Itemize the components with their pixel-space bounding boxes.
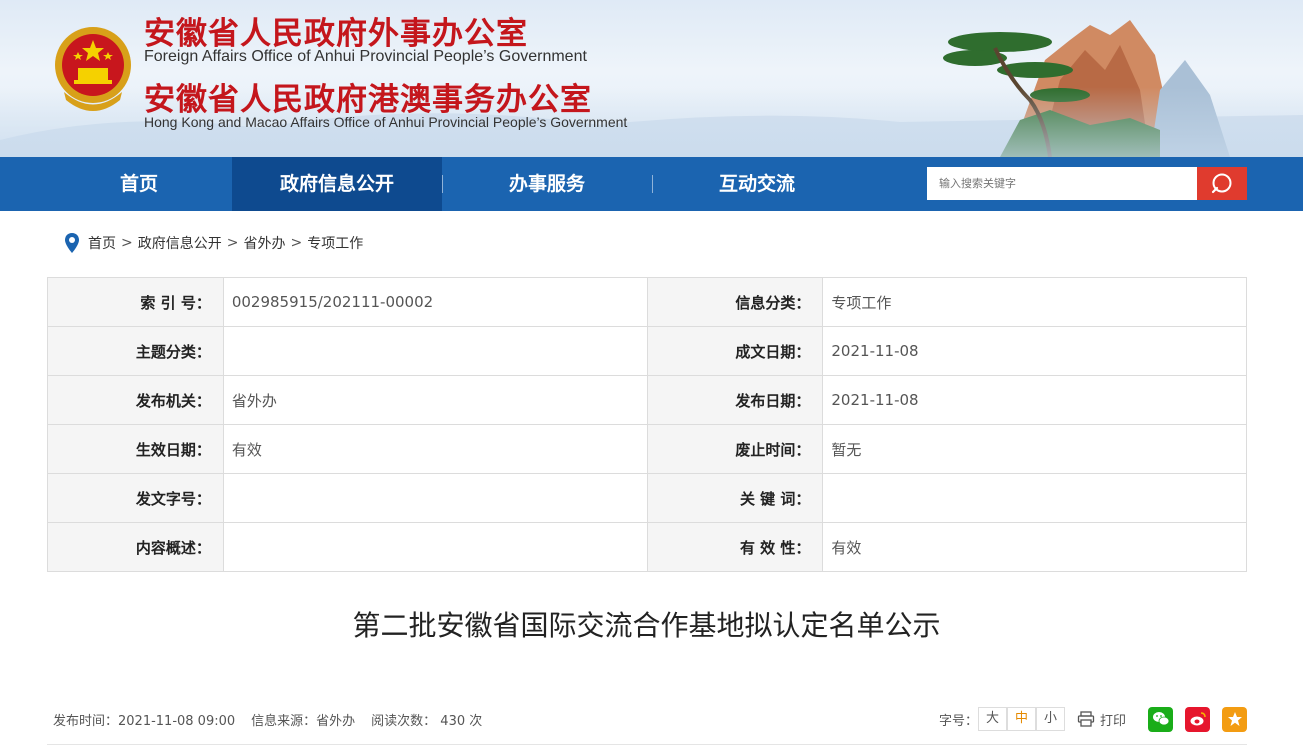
meta-value: 有效 [822, 522, 1247, 572]
breadcrumb-separator: > [121, 235, 133, 251]
nav-item-home[interactable]: 首页 [34, 157, 244, 211]
table-row: 索 引 号： 002985915/202111-00002 信息分类： 专项工作 [47, 277, 1247, 327]
search-button[interactable] [1197, 167, 1247, 200]
info-source: 信息来源：省外办 [251, 714, 356, 729]
favorite-button[interactable] [1222, 706, 1247, 732]
article-title: 第二批安徽省国际交流合作基地拟认定名单公示 [352, 609, 941, 642]
font-size-large-button[interactable]: 大 [977, 707, 1007, 731]
location-pin-icon [65, 233, 79, 253]
meta-value: 002985915/202111-00002 [222, 277, 648, 327]
weibo-icon [1190, 712, 1206, 726]
nav-item-interaction[interactable]: 互动交流 [652, 157, 862, 211]
meta-value: 省外办 [222, 375, 648, 425]
meta-value [222, 326, 648, 376]
office-title-en-2: Hong Kong and Macao Affairs Office of An… [144, 114, 628, 130]
meta-label: 信息分类： [646, 277, 824, 327]
meta-label: 发布机关： [47, 375, 224, 425]
divider [47, 744, 1247, 745]
meta-value: 2021-11-08 [822, 375, 1247, 425]
wechat-share-button[interactable] [1148, 706, 1173, 732]
meta-value: 2021-11-08 [822, 326, 1247, 376]
meta-label: 内容概述： [47, 522, 224, 572]
favorite-icon [1227, 712, 1242, 726]
meta-value: 专项工作 [822, 277, 1247, 327]
printer-icon [1077, 711, 1095, 727]
nav-item-gov-info[interactable]: 政府信息公开 [232, 157, 442, 211]
meta-value [222, 473, 648, 523]
font-size-medium-button[interactable]: 中 [1006, 707, 1036, 731]
breadcrumb-office[interactable]: 省外办 [243, 233, 285, 253]
meta-label: 发文字号： [47, 473, 224, 523]
office-title-en: Foreign Affairs Office of Anhui Provinci… [144, 48, 587, 65]
office-title-cn-2: 安徽省人民政府港澳事务办公室 [144, 82, 592, 118]
meta-label: 关 键 词： [646, 473, 824, 523]
view-count: 阅读次数： 430 次 [371, 714, 483, 729]
wechat-icon [1152, 712, 1169, 726]
meta-value [222, 522, 648, 572]
meta-label: 成文日期： [646, 326, 824, 376]
table-row: 发布机关： 省外办 发布日期： 2021-11-08 [47, 375, 1247, 425]
article-tools: 字号： 大 中 小 打印 [939, 706, 1247, 732]
search-icon [1211, 173, 1232, 193]
publish-time: 发布时间：2021-11-08 09:00 [53, 714, 236, 729]
table-row: 内容概述： 有 效 性： 有效 [47, 522, 1247, 572]
document-meta-table: 索 引 号： 002985915/202111-00002 信息分类： 专项工作… [47, 277, 1247, 572]
font-size-label: 字号： [938, 713, 978, 729]
meta-value: 暂无 [822, 424, 1247, 474]
breadcrumb: 首页 > 政府信息公开 > 省外办 > 专项工作 [64, 232, 363, 254]
meta-label: 发布日期： [646, 375, 824, 425]
meta-label: 生效日期： [47, 424, 224, 474]
breadcrumb-home[interactable]: 首页 [88, 233, 116, 253]
meta-label: 废止时间： [646, 424, 824, 474]
print-label: 打印 [1099, 713, 1126, 729]
meta-label: 索 引 号： [47, 277, 224, 327]
meta-value: 有效 [222, 424, 648, 474]
table-row: 发文字号： 关 键 词： [47, 473, 1247, 523]
meta-label: 有 效 性： [646, 522, 824, 572]
breadcrumb-gov-info[interactable]: 政府信息公开 [138, 233, 222, 253]
office-title-cn: 安徽省人民政府外事办公室 [144, 16, 528, 52]
table-row: 生效日期： 有效 废止时间： 暂无 [47, 424, 1247, 474]
breadcrumb-special-work[interactable]: 专项工作 [307, 233, 363, 253]
header-banner: 安徽省人民政府外事办公室 Foreign Affairs Office of A… [0, 0, 1303, 157]
search-input[interactable] [927, 167, 1197, 200]
breadcrumb-separator: > [226, 235, 239, 251]
weibo-share-button[interactable] [1185, 706, 1210, 732]
article-info-bar: 发布时间：2021-11-08 09:00 信息来源：省外办 阅读次数： 430… [53, 710, 482, 729]
meta-value [822, 473, 1247, 523]
table-row: 主题分类： 成文日期： 2021-11-08 [47, 326, 1247, 376]
font-size-small-button[interactable]: 小 [1035, 707, 1065, 731]
nav-item-services[interactable]: 办事服务 [442, 157, 652, 211]
meta-label: 主题分类： [47, 326, 224, 376]
main-nav: 首页 政府信息公开 办事服务 互动交流 [0, 157, 1303, 211]
print-button[interactable]: 打印 [1077, 710, 1126, 729]
national-emblem-icon [55, 27, 131, 111]
breadcrumb-separator: > [290, 235, 303, 251]
